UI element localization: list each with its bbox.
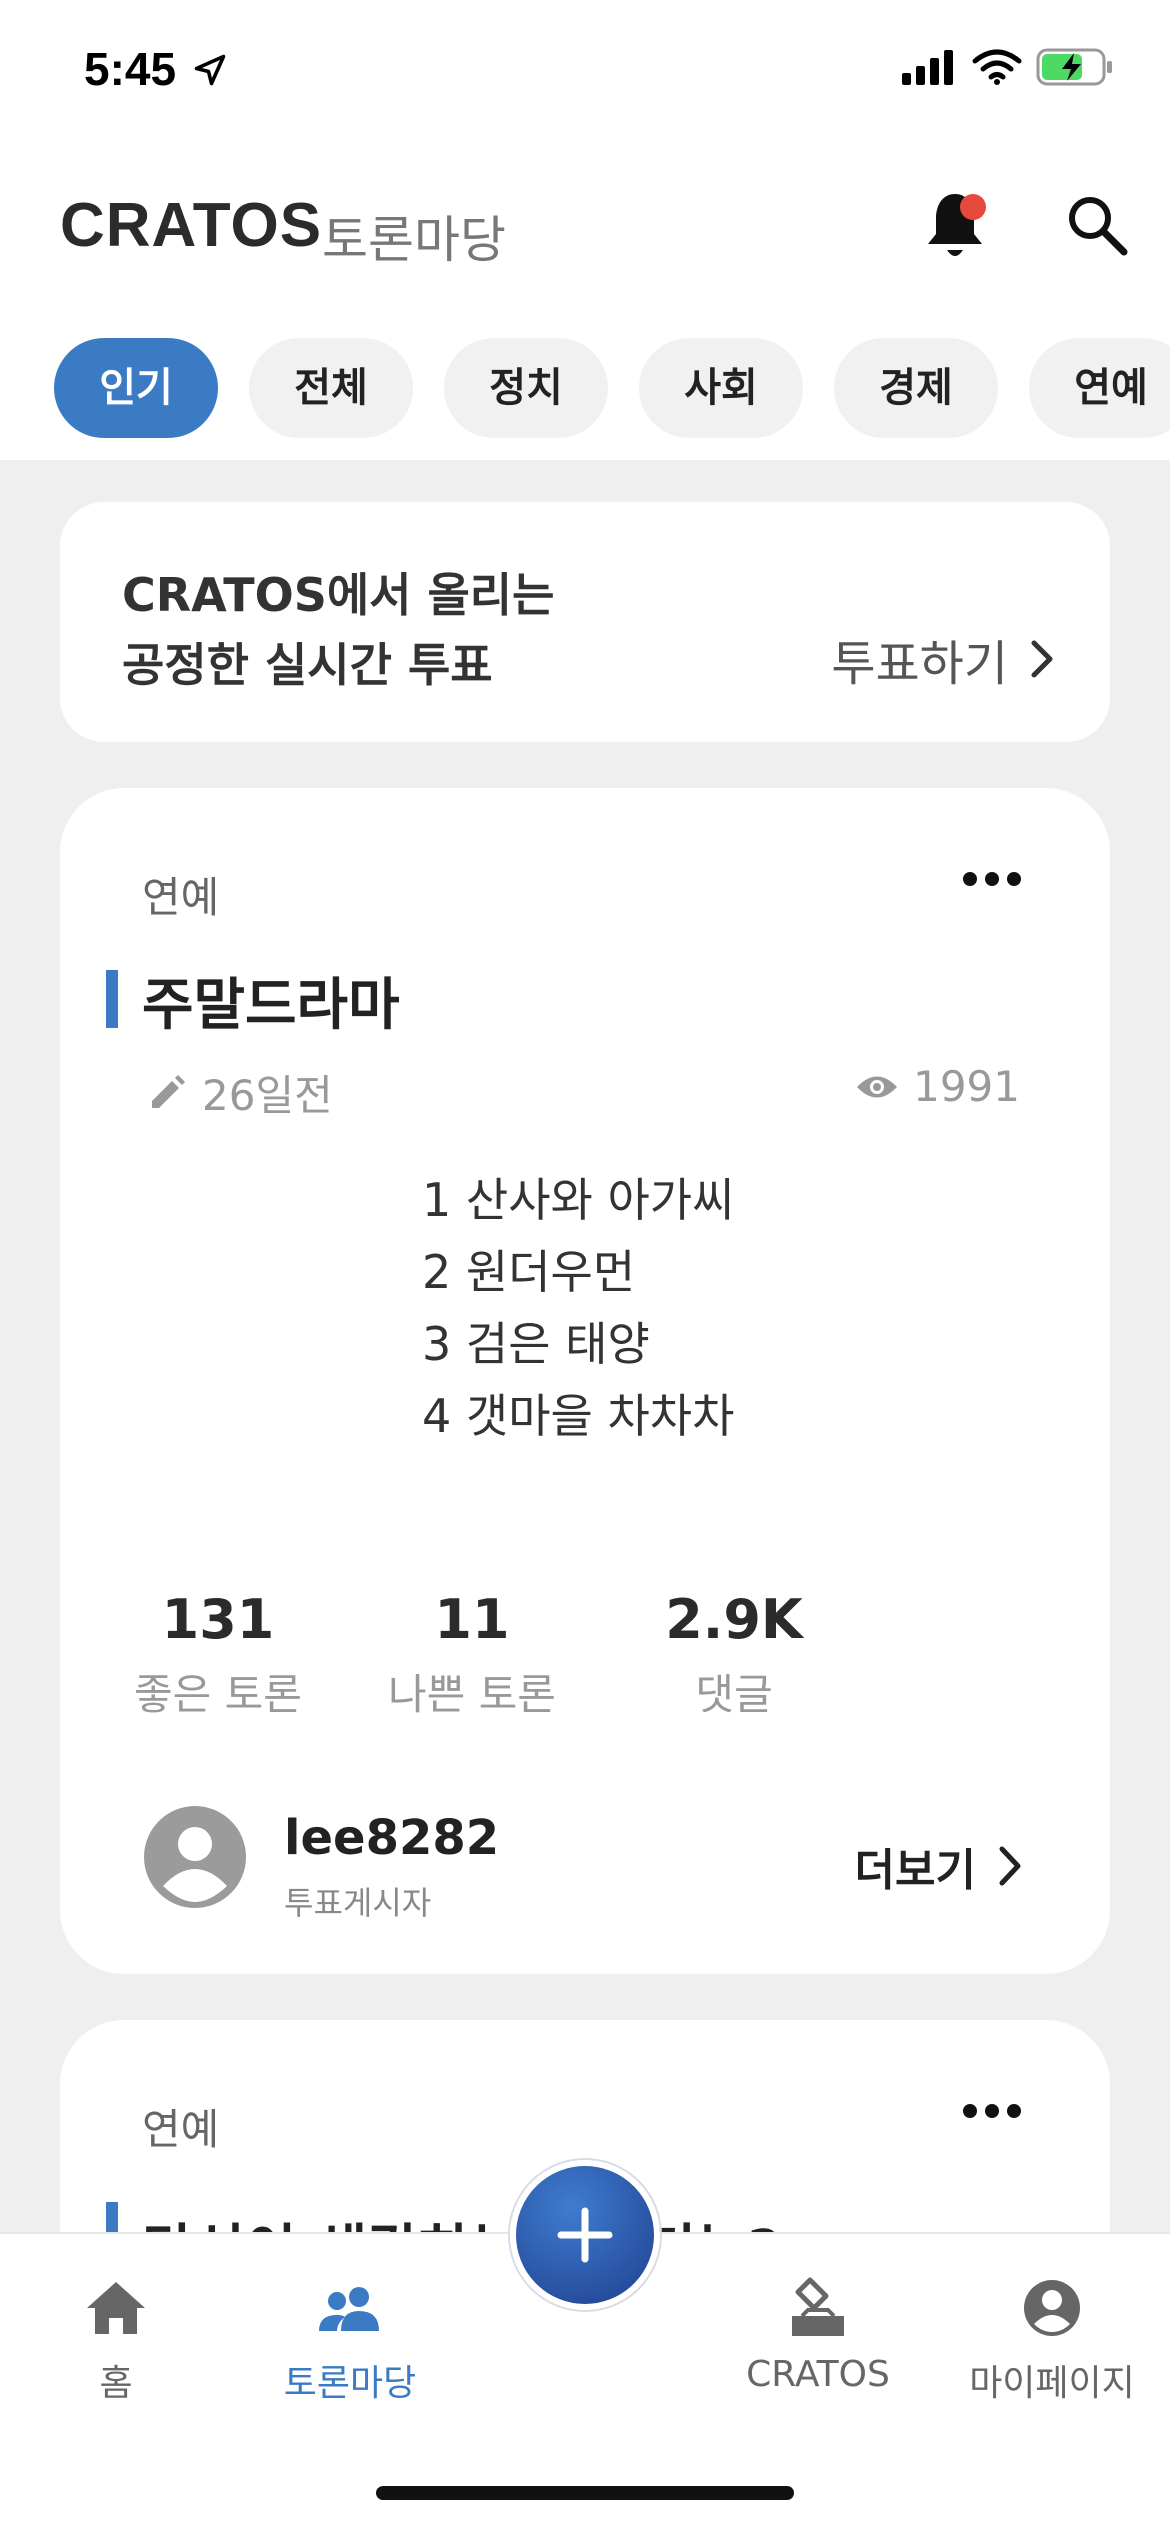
nav-cratos-label: CRATOS: [746, 2354, 890, 2395]
tab-economy[interactable]: 경제: [834, 338, 998, 438]
comment-label: 댓글: [695, 1670, 773, 1719]
post-category: 연예: [142, 873, 220, 922]
chevron-right-icon: [999, 1846, 1021, 1886]
brand-logo-text[interactable]: CRATOS: [60, 190, 322, 261]
home-icon: [87, 2282, 145, 2334]
vote-banner-line1: CRATOS에서 올리는: [122, 568, 555, 622]
avatar[interactable]: [144, 1806, 246, 1908]
category-tabs: 인기 전체 정치 사회 경제 연예: [54, 338, 1170, 438]
vote-banner-line2: 공정한 실시간 투표: [122, 638, 493, 692]
nav-mypage-label: 마이페이지: [969, 2363, 1135, 2404]
view-more-label: 더보기: [854, 1845, 976, 1896]
tab-all[interactable]: 전체: [249, 338, 413, 438]
notification-dot: [960, 194, 986, 220]
post-stats: 131 좋은 토론 11 나쁜 토론 2.9K 댓글: [60, 1588, 1110, 1728]
post-time: 26일전: [148, 1062, 333, 1123]
post-time-label: 26일전: [202, 1071, 333, 1120]
content-line: 4 갯마을 차차차: [422, 1389, 735, 1443]
tab-politics[interactable]: 정치: [444, 338, 608, 438]
tab-popular[interactable]: 인기: [54, 338, 218, 438]
app-header: CRATOS 토론마당 인기 전체 정치 사회 경제 연예: [0, 150, 1170, 460]
title-accent-bar: [106, 970, 118, 1028]
bad-debate-count: 11: [434, 1588, 510, 1651]
create-post-button[interactable]: [510, 2160, 660, 2310]
user-circle-icon: [1024, 2280, 1080, 2336]
home-indicator: [376, 2486, 794, 2500]
pencil-icon: [152, 1074, 185, 1108]
good-debate-stat[interactable]: 131 좋은 토론: [118, 1588, 318, 1722]
status-time: 5:45: [84, 43, 177, 95]
more-options-icon[interactable]: [962, 868, 1022, 890]
chevron-right-icon: [1031, 640, 1053, 678]
post-category: 연예: [142, 2105, 220, 2154]
post-title[interactable]: 주말드라마: [142, 960, 400, 1041]
content-line: 1 산사와 아가씨: [422, 1173, 735, 1227]
nav-cratos[interactable]: CRATOS: [728, 2272, 908, 2395]
more-options-icon[interactable]: [962, 2100, 1022, 2122]
signal-icon: [902, 50, 953, 85]
nav-debate[interactable]: 토론마당: [260, 2272, 440, 2406]
nav-mypage[interactable]: 마이페이지: [962, 2272, 1142, 2406]
bad-debate-stat[interactable]: 11 나쁜 토론: [372, 1588, 572, 1722]
tab-society[interactable]: 사회: [639, 338, 803, 438]
content-line: 3 검은 태양: [422, 1317, 650, 1371]
author-role: 투표게시자: [284, 1884, 432, 1922]
view-more-link[interactable]: 더보기: [855, 1834, 1022, 1898]
comment-count: 2.9K: [665, 1588, 803, 1651]
good-debate-count: 131: [161, 1588, 275, 1651]
post-card[interactable]: 연예 주말드라마 26일전 1991 1 산사와 아가씨 2 원더우먼 3 검은…: [60, 788, 1110, 1974]
post-content: 1 산사와 아가씨 2 원더우먼 3 검은 태양 4 갯마을 차차차: [422, 1164, 734, 1452]
location-arrow-icon: [194, 54, 226, 86]
good-debate-label: 좋은 토론: [134, 1670, 302, 1719]
eye-icon: [857, 1076, 898, 1097]
vote-banner-title: CRATOS에서 올리는 공정한 실시간 투표: [122, 560, 554, 700]
status-bar: 5:45: [0, 0, 1170, 150]
comment-stat[interactable]: 2.9K 댓글: [634, 1588, 834, 1722]
vote-banner[interactable]: CRATOS에서 올리는 공정한 실시간 투표 투표하기: [60, 502, 1110, 742]
content-line: 2 원더우먼: [422, 1245, 636, 1299]
vote-now-link[interactable]: 투표하기: [831, 624, 1054, 694]
status-icons: [902, 48, 1114, 86]
nav-home[interactable]: 홈: [26, 2272, 206, 2406]
people-icon: [319, 2287, 379, 2331]
post-views-count: 1991: [913, 1062, 1020, 1111]
nav-home-label: 홈: [99, 2363, 133, 2404]
wifi-icon: [972, 49, 1022, 85]
page-title: 토론마당: [322, 211, 506, 269]
author-name[interactable]: lee8282: [284, 1810, 499, 1866]
battery-icon: [1036, 48, 1112, 86]
nav-debate-label: 토론마당: [283, 2363, 417, 2404]
search-icon[interactable]: [1064, 192, 1130, 258]
post-author: lee8282 투표게시자 더보기: [144, 1806, 1170, 1922]
tab-entertainment[interactable]: 연예: [1029, 338, 1170, 438]
plus-icon: [557, 2207, 613, 2263]
vote-box-icon: [792, 2277, 844, 2336]
bad-debate-label: 나쁜 토론: [388, 1670, 556, 1719]
post-views: 1991: [855, 1062, 1020, 1111]
vote-now-label: 투표하기: [831, 636, 1008, 692]
